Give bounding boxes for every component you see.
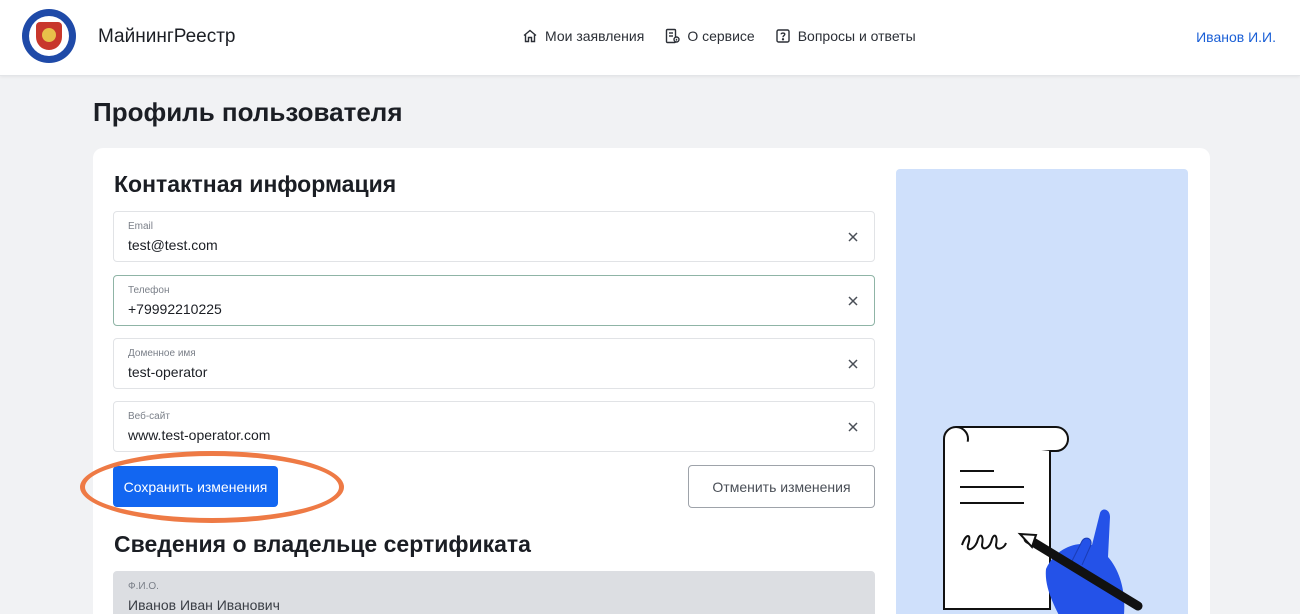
main-nav: Мои заявления О сервисе Вопросы и ответы [522,28,916,44]
email-field[interactable]: Email [113,211,875,262]
signature-illustration [896,169,1188,614]
phone-label: Телефон [128,285,170,296]
user-menu-link[interactable]: Иванов И.И. [1196,29,1276,45]
contact-section-title: Контактная информация [114,171,397,197]
website-input[interactable] [128,427,808,443]
email-input[interactable] [128,237,808,253]
document-signing-icon [943,426,1143,614]
clear-icon[interactable] [846,230,860,244]
owner-name-field: Ф.И.О. Иванов Иван Иванович [113,571,875,614]
question-icon [776,29,790,43]
page-title: Профиль пользователя [93,97,403,127]
domain-field[interactable]: Доменное имя [113,338,875,389]
clear-icon[interactable] [846,294,860,308]
website-label: Веб-сайт [128,411,170,422]
fns-logo-icon[interactable] [22,9,76,63]
document-info-icon [666,28,681,44]
nav-item-label: Вопросы и ответы [797,28,916,44]
cancel-changes-button[interactable]: Отменить изменения [688,465,875,508]
website-field[interactable]: Веб-сайт [113,401,875,452]
emblem-shield-icon [36,22,62,50]
clear-icon[interactable] [846,420,860,434]
header: МайнингРеестр Мои заявления О сервисе Во… [0,0,1300,76]
profile-card: Контактная информация Email Телефон Доме… [80,148,1210,614]
nav-item-faq[interactable]: Вопросы и ответы [775,28,916,44]
email-label: Email [128,221,154,232]
save-changes-button[interactable]: Сохранить изменения [113,466,278,507]
nav-item-about[interactable]: О сервисе [664,28,755,44]
owner-section-title: Сведения о владельце сертификата [114,531,531,557]
nav-item-label: Мои заявления [545,28,645,44]
domain-input[interactable] [128,364,808,380]
owner-name-label: Ф.И.О. [128,581,159,592]
phone-field[interactable]: Телефон [113,275,875,326]
domain-label: Доменное имя [128,348,196,359]
nav-item-label: О сервисе [687,28,755,44]
brand-name[interactable]: МайнингРеестр [98,26,236,48]
logo-emblem [29,16,69,56]
owner-name-value: Иванов Иван Иванович [128,597,280,613]
clear-icon[interactable] [846,357,860,371]
nav-item-applications[interactable]: Мои заявления [522,28,644,44]
home-icon [523,29,537,43]
phone-input[interactable] [128,301,808,317]
